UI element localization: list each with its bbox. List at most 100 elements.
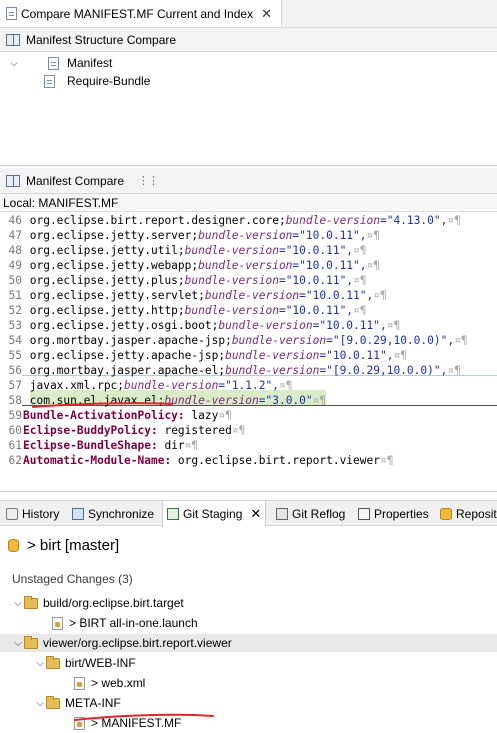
close-icon[interactable]: ✕: [250, 506, 261, 522]
code-token: bundle-version: [218, 319, 313, 332]
code-token: bundle-version: [184, 274, 279, 287]
folder-node[interactable]: ⌵ build/org.eclipse.birt.target: [0, 594, 497, 612]
structure-pane-header: Manifest Structure Compare: [0, 28, 497, 52]
code-line: 46 org.eclipse.birt.report.designer.core…: [0, 213, 497, 228]
file-node[interactable]: > BIRT all-in-one.launch: [0, 614, 497, 632]
folder-icon: [24, 595, 38, 609]
code-token: bundle-version: [204, 289, 300, 302]
git-staging-icon: [167, 508, 179, 520]
folder-icon: [46, 655, 60, 669]
code-line: 50 org.eclipse.jetty.plus;bundle-version…: [0, 273, 497, 288]
code-line: 59Bundle-ActivationPolicy: lazy¤¶: [0, 408, 497, 423]
entry-file-icon: [44, 74, 55, 88]
code-token: bundle-version: [285, 214, 380, 227]
tree-item-require-bundle[interactable]: Require-Bundle: [44, 72, 150, 90]
chevron-down-icon[interactable]: ⌵: [8, 58, 20, 69]
line-number: 47: [8, 229, 22, 242]
code-token: org.eclipse.jetty.servlet;: [23, 289, 205, 302]
code-token: com.sun.el.javax.el;: [23, 394, 165, 407]
code-line: 60Eclipse-BuddyPolicy: registered¤¶: [0, 423, 497, 438]
compare-pane-title: Manifest Compare: [26, 173, 125, 188]
tab-history[interactable]: History: [6, 501, 59, 526]
code-line: 49 org.eclipse.jetty.webapp;bundle-versi…: [0, 258, 497, 273]
code-token: bundle-version: [184, 304, 279, 317]
tab-properties[interactable]: Properties: [358, 501, 429, 526]
manifest-header-key: Automatic-Module-Name:: [23, 454, 172, 467]
chevron-down-icon[interactable]: ⌵: [34, 658, 46, 669]
line-number: 50: [8, 274, 22, 287]
code-token: dir: [157, 439, 185, 452]
code-token: ="10.0.11",: [278, 304, 354, 317]
code-token: org.eclipse.birt.report.designer.core;: [23, 214, 286, 227]
folder-node[interactable]: ⌵ viewer/org.eclipse.birt.report.viewer: [0, 634, 497, 652]
tab-label: Properties: [374, 506, 429, 521]
code-line: 54 org.mortbay.jasper.apache-jsp;bundle-…: [0, 333, 497, 348]
structure-compare-icon: [6, 33, 20, 46]
chevron-down-icon[interactable]: ⌵: [12, 598, 24, 609]
tab-label: History: [22, 506, 60, 521]
code-token: org.eclipse.jetty.server;: [23, 229, 199, 242]
line-number: 55: [8, 349, 22, 362]
code-token: ="10.0.11",: [278, 274, 354, 287]
code-token: org.mortbay.jasper.apache-el;: [23, 364, 226, 377]
file-node[interactable]: > MANIFEST.MF: [0, 714, 497, 732]
code-line: 52 org.eclipse.jetty.http;bundle-version…: [0, 303, 497, 318]
code-token: ="10.0.11",: [292, 229, 367, 242]
code-token: bundle-version: [184, 244, 279, 257]
whitespace-marker: ¤¶: [278, 379, 293, 392]
tab-git-reflog[interactable]: Git Reflog: [276, 501, 345, 526]
compare-pane-header: Manifest Compare ⋮⋮: [0, 168, 497, 194]
close-icon[interactable]: ✕: [261, 6, 272, 22]
code-token: lazy: [184, 409, 219, 422]
file-node[interactable]: > web.xml: [0, 674, 497, 692]
code-token: bundle-version: [164, 394, 259, 407]
line-number: 53: [8, 319, 22, 332]
local-file-label: Local: MANIFEST.MF: [0, 194, 497, 212]
manifest-header-key: Eclipse-BundleShape:: [23, 439, 158, 452]
folder-icon: [24, 635, 38, 649]
structure-pane-title: Manifest Structure Compare: [26, 32, 177, 47]
code-token: ="10.0.11",: [278, 244, 354, 257]
code-token: ="[9.0.29,10.0.0)",: [319, 364, 448, 377]
tree-item-label: Require-Bundle: [67, 74, 151, 88]
manifest-text-editor[interactable]: 46 org.eclipse.birt.report.designer.core…: [0, 212, 497, 492]
repository-icon: [8, 538, 19, 552]
text-compare-icon: [6, 174, 20, 187]
code-line: 58 com.sun.el.javax.el;bundle-version="3…: [0, 393, 497, 408]
code-line: 51 org.eclipse.jetty.servlet;bundle-vers…: [0, 288, 497, 303]
code-token: ="[9.0.29,10.0.0)",: [326, 334, 455, 347]
tab-synchronize[interactable]: Synchronize: [72, 501, 154, 526]
chevron-down-icon[interactable]: ⌵: [34, 698, 46, 709]
code-token: org.eclipse.jetty.plus;: [23, 274, 185, 287]
whitespace-marker: ¤¶: [373, 289, 387, 302]
line-number: 52: [8, 304, 22, 317]
chevron-down-icon[interactable]: ⌵: [12, 638, 24, 649]
whitespace-marker: ¤¶: [380, 454, 394, 467]
whitespace-marker: ¤¶: [353, 274, 367, 287]
synchronize-icon: [72, 507, 84, 520]
modified-file-icon: [74, 676, 85, 690]
code-line: 48 org.eclipse.jetty.util;bundle-version…: [0, 243, 497, 258]
tab-repositories[interactable]: Reposit: [440, 501, 497, 526]
tree-item-manifest[interactable]: ⌵ Manifest: [8, 54, 112, 72]
line-number: 61: [8, 439, 22, 452]
code-token: bundle-version: [231, 334, 327, 347]
manifest-header-key: Eclipse-BuddyPolicy:: [23, 424, 158, 437]
whitespace-marker: ¤¶: [447, 364, 461, 377]
line-number: 62: [8, 454, 22, 467]
line-number: 48: [8, 244, 22, 257]
drag-handle-icon[interactable]: ⋮⋮: [138, 174, 159, 187]
line-number: 54: [8, 334, 22, 347]
tree-node-label: birt/WEB-INF: [65, 656, 136, 670]
code-token: org.eclipse.jetty.http;: [23, 304, 185, 317]
tab-git-staging[interactable]: Git Staging ✕: [162, 501, 267, 527]
compare-editor-tab[interactable]: Compare MANIFEST.MF Current and Index ✕: [0, 0, 282, 28]
view-tab-bar: History Synchronize Git Staging ✕ Git Re…: [0, 500, 497, 527]
code-token: bundle-version: [225, 364, 320, 377]
folder-node[interactable]: ⌵ META-INF: [0, 694, 497, 712]
code-token: bundle-version: [225, 349, 320, 362]
whitespace-marker: ¤¶: [386, 319, 401, 332]
line-number: 58: [8, 394, 22, 407]
tree-node-label: build/org.eclipse.birt.target: [43, 596, 184, 610]
folder-node[interactable]: ⌵ birt/WEB-INF: [0, 654, 497, 672]
